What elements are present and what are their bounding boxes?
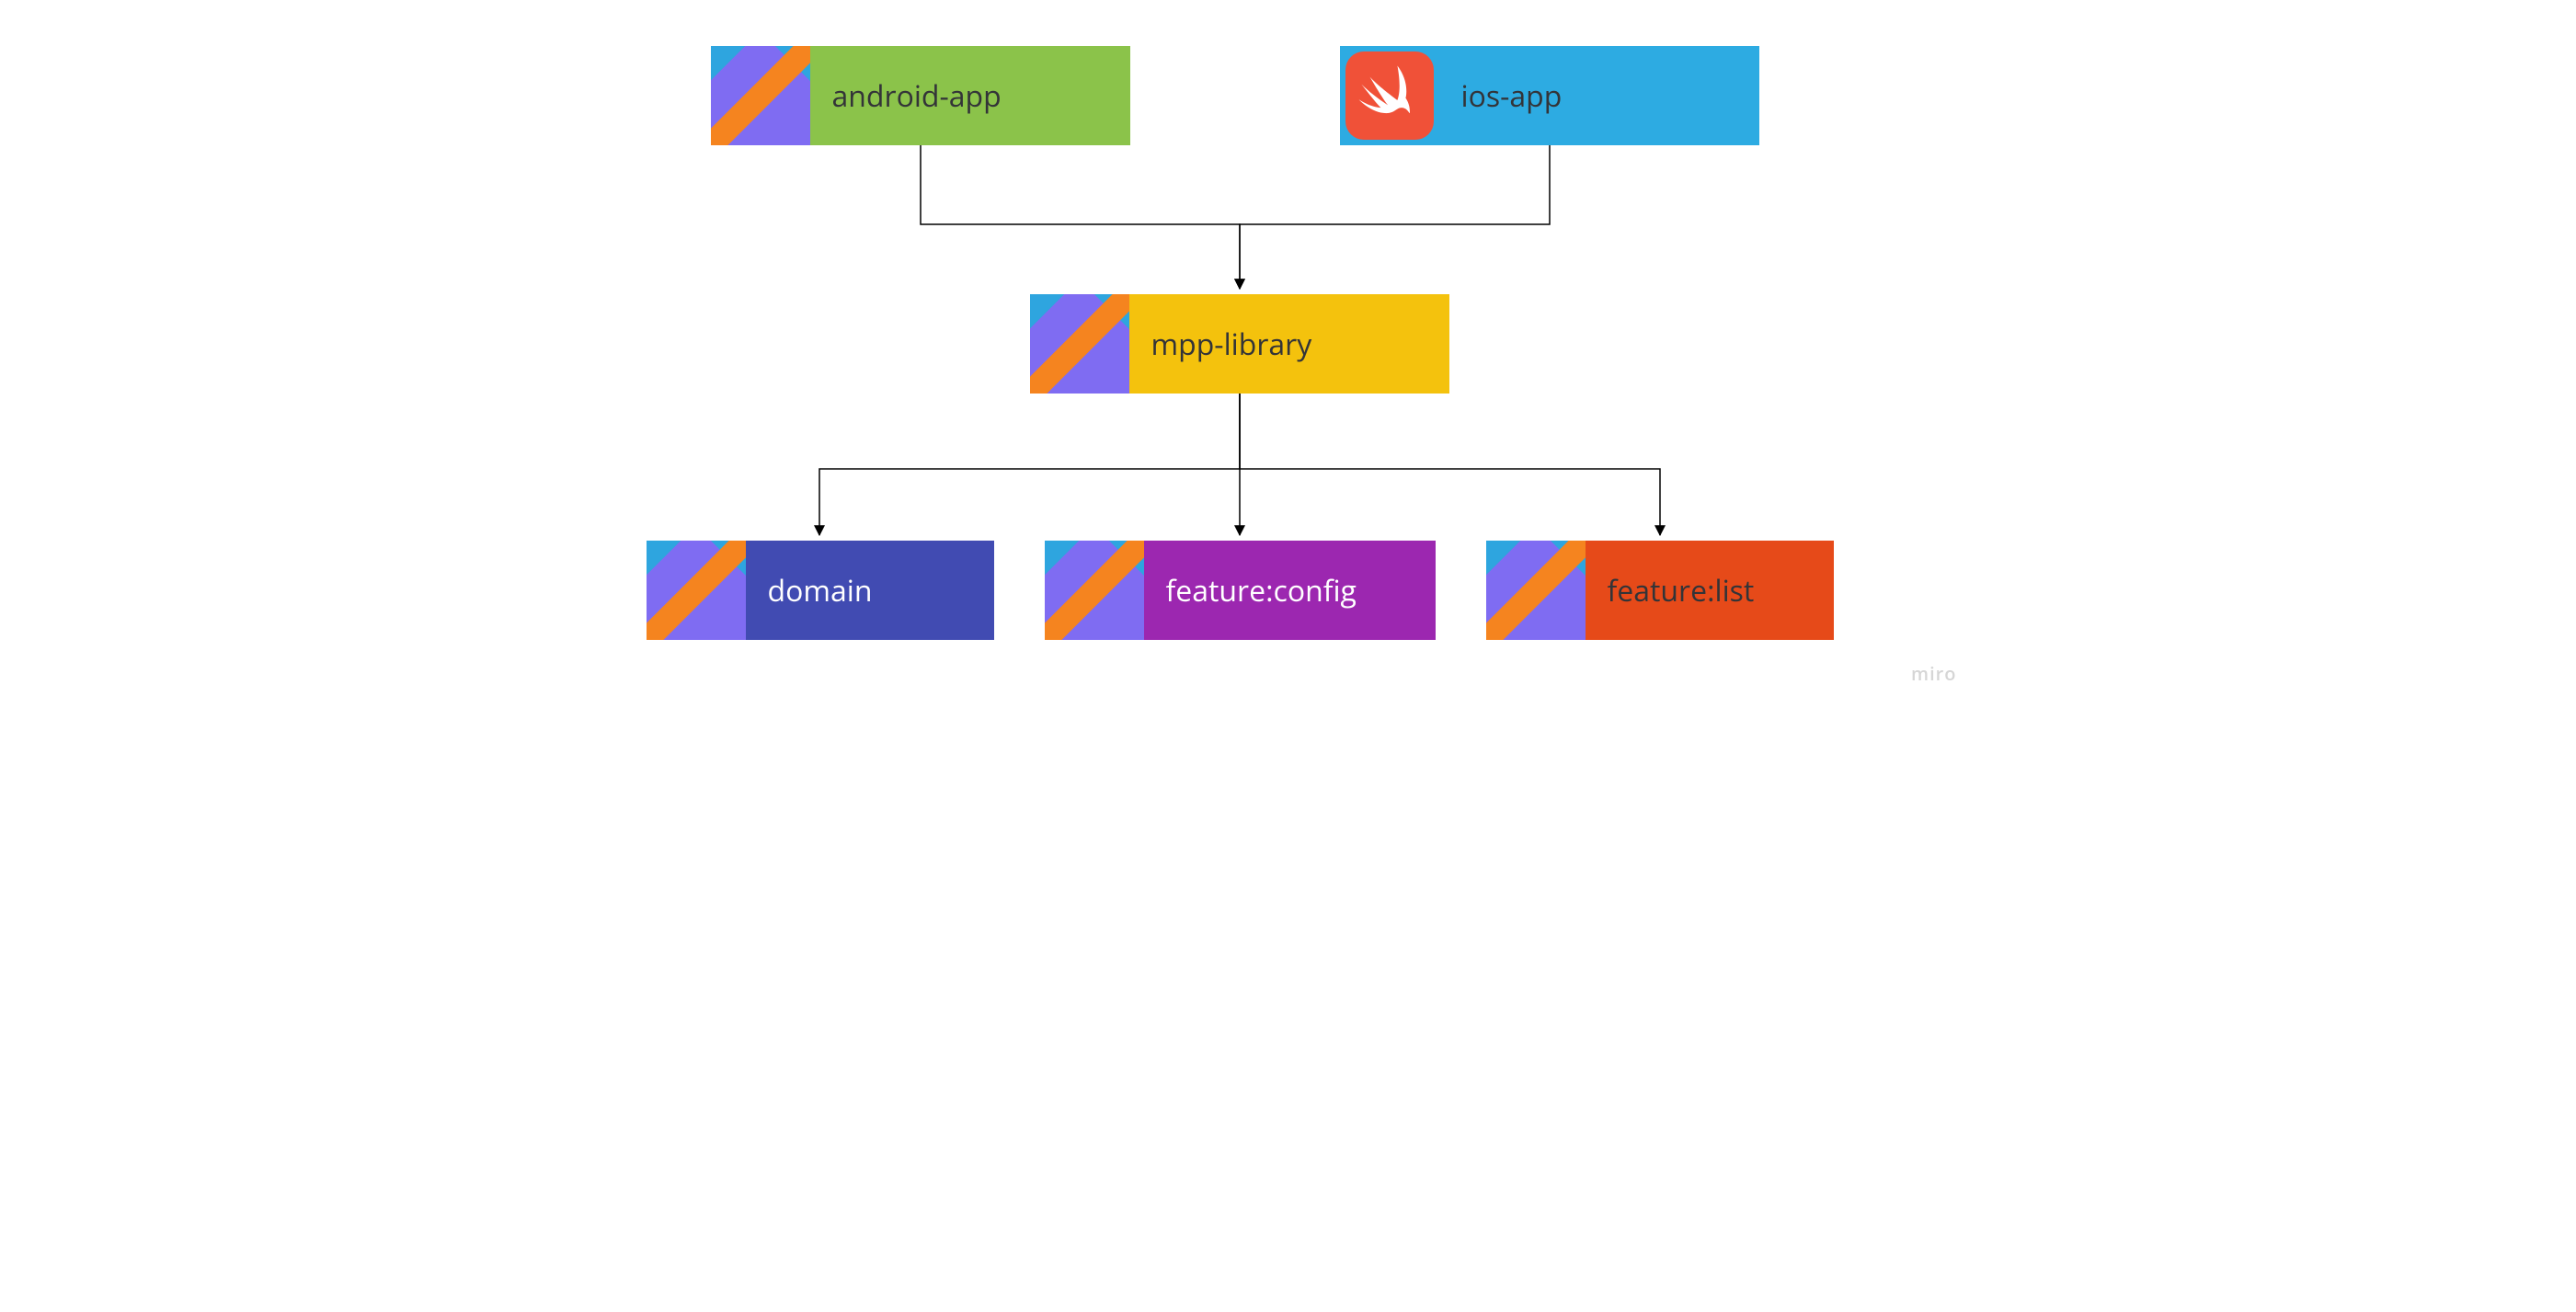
kotlin-icon [1486, 541, 1586, 640]
node-mpp-library: mpp-library [1030, 294, 1449, 394]
edge-mpp-list [1240, 394, 1660, 535]
node-label: feature:list [1586, 571, 1834, 610]
watermark: miro [1911, 661, 1957, 686]
node-label: domain [746, 571, 994, 610]
node-feature-list: feature:list [1486, 541, 1834, 640]
node-domain: domain [647, 541, 994, 640]
node-ios-app: ios-app [1340, 46, 1759, 145]
node-android-app: android-app [711, 46, 1130, 145]
swift-icon [1340, 46, 1439, 145]
node-label: feature:config [1144, 571, 1436, 610]
edge-ios-mpp [1240, 145, 1550, 289]
edge-mpp-domain [819, 394, 1240, 535]
edge-android-mpp [921, 145, 1240, 289]
kotlin-icon [1030, 294, 1129, 394]
node-label: mpp-library [1129, 325, 1449, 364]
node-label: ios-app [1439, 76, 1759, 116]
diagram-canvas: android-app ios-app mpp-library domain f… [607, 0, 1970, 693]
node-label: android-app [810, 76, 1130, 116]
kotlin-icon [711, 46, 810, 145]
node-feature-config: feature:config [1045, 541, 1436, 640]
kotlin-icon [1045, 541, 1144, 640]
kotlin-icon [647, 541, 746, 640]
